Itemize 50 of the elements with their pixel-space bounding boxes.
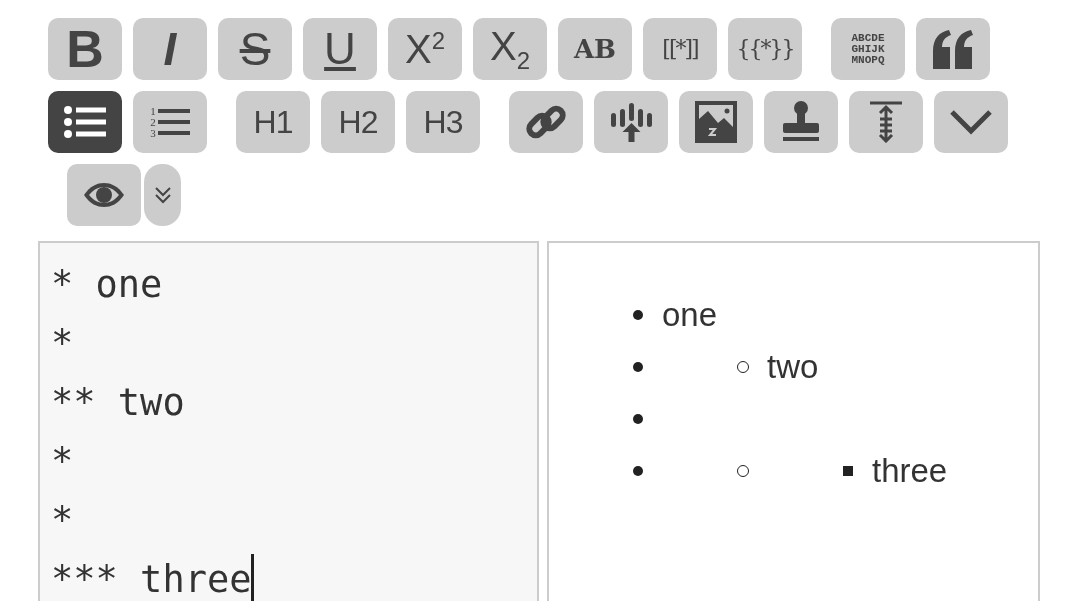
double-chevron-down-icon — [153, 186, 172, 204]
code-line: * — [51, 498, 74, 544]
code-line: ** two — [51, 380, 185, 426]
toolbar-button[interactable] — [916, 18, 990, 80]
code-line: * — [51, 439, 74, 485]
bullet-icon — [633, 414, 643, 424]
bullet-icon — [633, 310, 643, 320]
eye-icon — [82, 182, 126, 208]
toolbar-button[interactable]: H1 — [236, 91, 310, 153]
markup-editor[interactable]: * one * ** two * * *** three — [38, 241, 539, 601]
toolbar-button[interactable]: H3 — [406, 91, 480, 153]
list-item-text: three — [872, 451, 948, 491]
stamp-icon — [780, 101, 822, 143]
bullet-icon — [843, 466, 853, 476]
toolbar-button[interactable]: ABCDE GHIJK MNOPQ — [831, 18, 905, 80]
toolbar-button[interactable]: S — [218, 18, 292, 80]
toolbar-button[interactable]: 1 2 3 — [133, 91, 207, 153]
toolbar-button[interactable] — [849, 91, 923, 153]
line-spacing-icon — [868, 101, 904, 143]
toolbar-button[interactable] — [679, 91, 753, 153]
chevron-down-icon — [949, 109, 993, 135]
text-cursor — [251, 553, 255, 601]
bullet-icon — [633, 362, 643, 372]
toolbar-button[interactable] — [144, 164, 181, 226]
lines-icon — [157, 107, 190, 137]
toolbar-button[interactable]: {{*}} — [728, 18, 802, 80]
toolbar-button[interactable]: I — [133, 18, 207, 80]
toolbar-button[interactable]: B — [48, 18, 122, 80]
toolbar-button[interactable]: AB — [558, 18, 632, 80]
toolbar-button[interactable] — [67, 164, 141, 226]
bullet-list-icon — [63, 105, 107, 139]
toolbar-button[interactable] — [934, 91, 1008, 153]
upload-icon — [609, 101, 653, 143]
bullet-icon — [633, 466, 643, 476]
toolbar-button[interactable]: [[*]] — [643, 18, 717, 80]
code-line: *** three — [51, 557, 252, 601]
toolbar-button[interactable] — [594, 91, 668, 153]
toolbar-button[interactable] — [48, 91, 122, 153]
list-item-text: one — [662, 295, 718, 335]
code-line: * — [51, 321, 74, 367]
toolbar-button[interactable]: U — [303, 18, 377, 80]
image-icon — [695, 101, 737, 143]
code-line: * one — [51, 262, 163, 308]
toolbar-button[interactable]: X$_{2}$ — [473, 18, 547, 80]
toolbar-button[interactable] — [764, 91, 838, 153]
quote-icon — [931, 29, 975, 69]
toolbar-button[interactable]: H2 — [321, 91, 395, 153]
toolbar-button[interactable]: X$^{2}$ — [388, 18, 462, 80]
list-item-text: two — [767, 347, 819, 387]
toolbar-button[interactable] — [509, 91, 583, 153]
